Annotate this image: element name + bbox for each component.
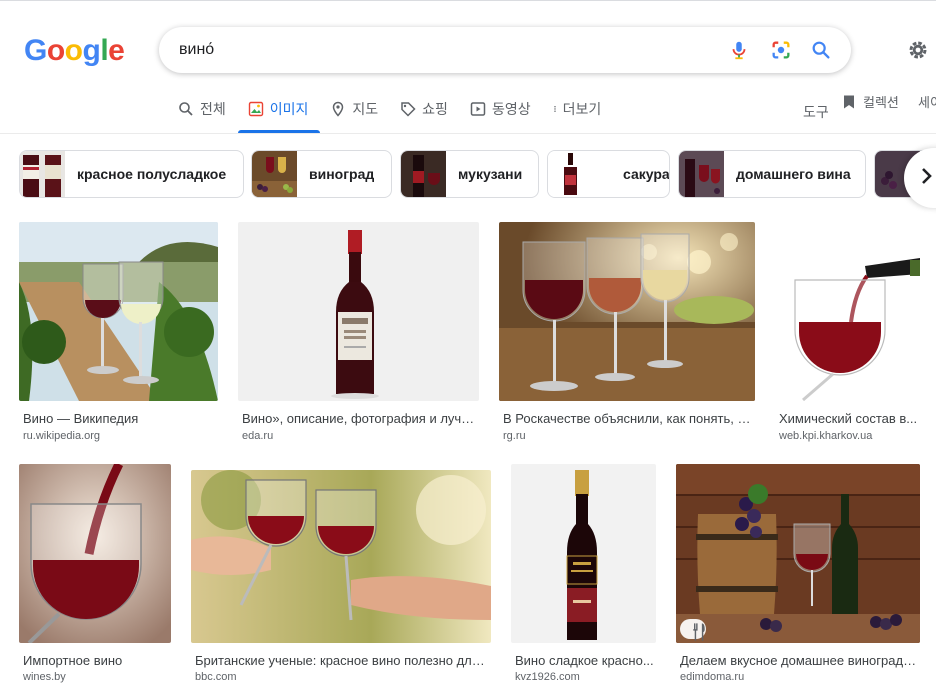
image-result[interactable]: Вино сладкое красно... kvz1926.com [511, 464, 656, 686]
result-source: eda.ru [242, 430, 274, 442]
chip-label: домашнего вина [736, 166, 851, 182]
result-image[interactable] [499, 222, 755, 401]
chip-thumbnail [548, 151, 593, 197]
chip-thumbnail [252, 151, 297, 197]
tab-label: 이미지 [269, 101, 309, 117]
result-title[interactable]: Вино сладкое красно... [515, 653, 656, 668]
result-image[interactable] [19, 222, 218, 401]
chip-thumbnail [401, 151, 446, 197]
result-title[interactable]: В Роскачестве объяснили, как понять, что… [503, 411, 755, 426]
chevron-right-icon [922, 168, 932, 184]
search-icon [179, 102, 193, 116]
tab-label: 지도 [352, 101, 379, 117]
result-title[interactable]: Вино», описание, фотография и лучшие ... [242, 411, 479, 426]
result-source: bbc.com [195, 671, 237, 683]
search-tabs: 전체 이미지 지도 쇼핑 동영상 더보기 [178, 99, 623, 133]
wine-glass-splash-photo [19, 464, 171, 643]
chip-label: мукузани [458, 166, 523, 182]
red-wine-bottle-photo [511, 464, 656, 643]
tab-all[interactable]: 전체 [178, 99, 226, 133]
logo-letter: o [64, 34, 83, 67]
play-icon [470, 102, 486, 116]
tab-maps[interactable]: 지도 [330, 99, 378, 133]
tag-icon [401, 102, 416, 117]
image-result[interactable]: Делаем вкусное домашнее виноградн... edi… [676, 464, 920, 686]
wine-barrel-grapes-photo [676, 464, 920, 643]
image-result[interactable]: Вино», описание, фотография и лучшие ...… [238, 222, 479, 442]
result-title[interactable]: Британские ученые: красное вино полезно … [195, 653, 491, 668]
divider [0, 133, 936, 134]
result-source: edimdoma.ru [680, 671, 745, 683]
pouring-wine-photo [775, 222, 920, 401]
tab-label: 더보기 [562, 101, 602, 117]
logo-letter: g [82, 34, 101, 67]
result-image[interactable] [238, 222, 479, 401]
search-icon[interactable] [810, 39, 832, 61]
result-image[interactable] [775, 222, 920, 401]
bookmark-icon [844, 95, 854, 108]
wine-bottle-photo [238, 222, 479, 401]
tab-label: 쇼핑 [422, 101, 448, 117]
result-title[interactable]: Химический состав в... [779, 411, 920, 426]
chip-sakura[interactable]: сакура [547, 150, 670, 198]
image-result[interactable]: В Роскачестве объяснили, как понять, что… [499, 222, 755, 442]
gear-icon[interactable] [906, 38, 930, 62]
result-source: rg.ru [503, 430, 526, 442]
mic-icon[interactable] [728, 39, 750, 61]
chip-label: сакура [623, 166, 670, 182]
tab-more[interactable]: 더보기 [553, 99, 602, 133]
result-image[interactable] [511, 464, 656, 643]
chip-homemade-wine[interactable]: домашнего вина [678, 150, 866, 198]
logo-letter: e [108, 34, 125, 67]
tab-shopping[interactable]: 쇼핑 [400, 99, 448, 133]
result-source: ru.wikipedia.org [23, 430, 101, 442]
image-result[interactable]: Британские ученые: красное вино полезно … [191, 464, 491, 686]
result-image[interactable] [19, 464, 171, 643]
result-title[interactable]: Делаем вкусное домашнее виноградн... [680, 653, 920, 668]
wine-glasses-vineyard-photo [19, 222, 218, 401]
logo-letter: o [46, 34, 65, 67]
tools-button[interactable]: 도구 [803, 102, 829, 122]
search-box[interactable]: вино́ [159, 27, 851, 73]
safesearch-label[interactable]: 세이 [918, 92, 936, 111]
chip-label: виноград [309, 166, 375, 182]
logo-letter: l [100, 34, 109, 67]
result-source: wines.by [23, 671, 66, 683]
more-vert-icon [553, 106, 556, 112]
lens-icon[interactable] [770, 39, 792, 61]
collections-button[interactable]: 컬렉션 [841, 92, 899, 111]
collections-label: 컬렉션 [863, 95, 899, 110]
chip-red-semisweet[interactable]: красное полусладкое [19, 150, 244, 198]
recipe-badge [680, 619, 706, 641]
search-input[interactable]: вино́ [179, 41, 214, 59]
tab-images[interactable]: 이미지 [237, 99, 320, 133]
image-icon [248, 101, 263, 117]
result-image[interactable] [191, 470, 491, 643]
chip-thumbnail [20, 151, 65, 197]
top-border [0, 0, 936, 1]
toasting-wine-photo [191, 470, 491, 643]
map-pin-icon [333, 101, 344, 117]
utensils-icon [693, 623, 705, 641]
chip-label: красное полусладкое [77, 166, 227, 182]
chip-grapes[interactable]: виноград [251, 150, 392, 198]
tab-label: 전체 [200, 101, 226, 117]
chip-thumbnail [679, 151, 724, 197]
result-image[interactable] [676, 464, 920, 643]
three-wine-glasses-photo [499, 222, 755, 401]
image-result[interactable]: Импортное вино wines.by [19, 464, 171, 686]
result-title[interactable]: Импортное вино [23, 653, 171, 668]
tab-videos[interactable]: 동영상 [470, 99, 531, 133]
image-result[interactable]: Химический состав в... web.kpi.kharkov.u… [775, 222, 920, 442]
google-logo[interactable]: Google [24, 34, 125, 68]
logo-letter: G [24, 34, 47, 67]
result-source: web.kpi.kharkov.ua [779, 430, 873, 442]
chip-mukuzani[interactable]: мукузани [400, 150, 539, 198]
image-result[interactable]: Вино — Википедия ru.wikipedia.org [19, 222, 218, 442]
tab-label: 동영상 [491, 101, 531, 117]
result-title[interactable]: Вино — Википедия [23, 411, 218, 426]
result-source: kvz1926.com [515, 671, 580, 683]
